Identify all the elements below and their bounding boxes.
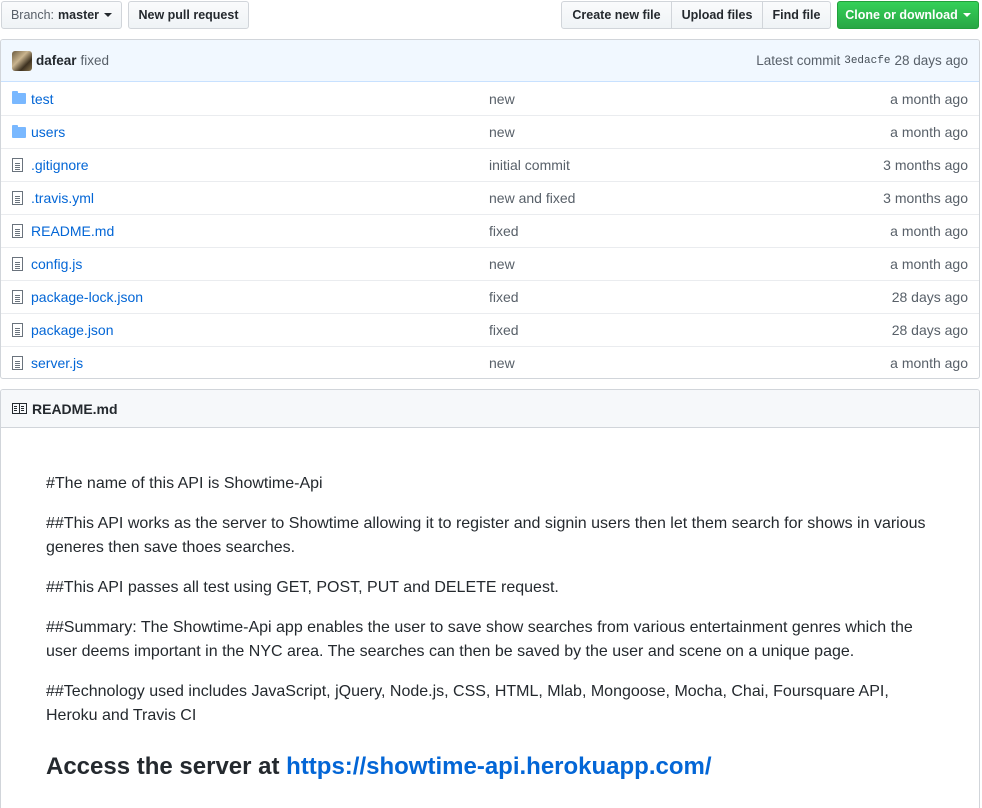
file-icon — [12, 257, 26, 271]
file-age: a month ago — [890, 90, 968, 107]
file-icon — [12, 323, 26, 337]
clone-label: Clone or download — [845, 8, 958, 22]
file-icon — [12, 158, 26, 172]
file-name-link[interactable]: server.js — [31, 355, 83, 371]
file-commit-message[interactable]: fixed — [489, 289, 519, 305]
latest-commit-bar: dafear fixed Latest commit 3edacfe 28 da… — [1, 40, 979, 82]
commit-sha[interactable]: 3edacfe — [844, 55, 890, 67]
readme-paragraph: ##This API works as the server to Showti… — [46, 515, 926, 556]
file-row: users new a month ago — [1, 115, 979, 148]
readme-body: #The name of this API is Showtime-Api ##… — [1, 428, 979, 782]
file-name-link[interactable]: package-lock.json — [31, 289, 143, 305]
file-name-link[interactable]: README.md — [31, 223, 114, 239]
commit-author[interactable]: dafear — [36, 53, 77, 68]
file-icon — [12, 224, 26, 238]
access-heading: Access the server at https://showtime-ap… — [46, 752, 934, 782]
readme-paragraph: #The name of this API is Showtime-Api — [46, 475, 323, 492]
chevron-down-icon — [104, 13, 113, 17]
file-name-link[interactable]: config.js — [31, 256, 82, 272]
file-commit-message[interactable]: initial commit — [489, 157, 570, 173]
file-age: 28 days ago — [891, 322, 968, 338]
file-age: a month ago — [890, 355, 968, 371]
branch-prefix: Branch: — [10, 8, 55, 22]
file-row: package.json fixed 28 days ago — [1, 313, 979, 346]
file-age: a month ago — [890, 223, 968, 239]
find-file-button[interactable]: Find file — [762, 1, 831, 29]
file-list: dafear fixed Latest commit 3edacfe 28 da… — [0, 39, 980, 379]
avatar[interactable] — [12, 50, 32, 71]
file-icon — [12, 191, 26, 205]
file-row: test new a month ago — [1, 82, 979, 115]
file-row: package-lock.json fixed 28 days ago — [1, 280, 979, 313]
readme-paragraph: ##Technology used includes JavaScript, j… — [46, 683, 889, 724]
latest-commit-label: Latest commit — [756, 53, 841, 68]
chevron-down-icon — [962, 13, 971, 17]
branch-name: master — [58, 8, 100, 22]
file-commit-message[interactable]: new — [489, 91, 515, 107]
repo-toolbar: Branch: master New pull request Create n… — [0, 0, 982, 30]
file-age: a month ago — [890, 124, 968, 140]
new-pull-request-button[interactable]: New pull request — [128, 1, 249, 29]
readme-title: README.md — [32, 400, 118, 417]
access-prefix: Access the server at — [46, 753, 280, 780]
file-row: config.js new a month ago — [1, 247, 979, 280]
file-name-link[interactable]: users — [31, 124, 65, 140]
file-commit-message[interactable]: new — [489, 124, 515, 140]
file-commit-message[interactable]: new — [489, 256, 515, 272]
file-row: server.js new a month ago — [1, 346, 979, 378]
commit-age: 28 days ago — [894, 53, 968, 68]
create-new-file-button[interactable]: Create new file — [561, 1, 672, 29]
upload-files-button[interactable]: Upload files — [671, 1, 763, 29]
file-row: .travis.yml new and fixed 3 months ago — [1, 181, 979, 214]
readme-paragraph: ##This API passes all test using GET, PO… — [46, 579, 559, 596]
file-row: README.md fixed a month ago — [1, 214, 979, 247]
file-icon — [12, 356, 26, 370]
file-commit-message[interactable]: fixed — [489, 223, 519, 239]
file-age: 28 days ago — [891, 289, 968, 305]
book-icon — [12, 403, 27, 414]
file-commit-message[interactable]: new — [489, 355, 515, 371]
file-commit-message[interactable]: new and fixed — [489, 190, 575, 206]
file-icon — [12, 290, 26, 304]
clone-or-download-button[interactable]: Clone or download — [837, 1, 979, 29]
file-name-link[interactable]: .travis.yml — [31, 190, 94, 206]
file-age: 3 months ago — [883, 190, 968, 206]
file-name-link[interactable]: test — [31, 91, 54, 107]
file-commit-message[interactable]: fixed — [489, 322, 519, 338]
file-age: 3 months ago — [883, 157, 968, 173]
folder-icon — [12, 91, 26, 105]
commit-message[interactable]: fixed — [81, 53, 110, 68]
folder-icon — [12, 125, 26, 139]
file-name-link[interactable]: package.json — [31, 322, 114, 338]
file-row: .gitignore initial commit 3 months ago — [1, 148, 979, 181]
readme-panel: README.md #The name of this API is Showt… — [0, 389, 980, 808]
server-link[interactable]: https://showtime-api.herokuapp.com/ — [286, 753, 711, 780]
latest-commit-info: Latest commit 3edacfe 28 days ago — [756, 53, 968, 68]
file-name-link[interactable]: .gitignore — [31, 157, 89, 173]
branch-select-button[interactable]: Branch: master — [1, 1, 122, 29]
file-age: a month ago — [890, 256, 968, 272]
readme-paragraph: ##Summary: The Showtime-Api app enables … — [46, 619, 913, 660]
readme-header: README.md — [1, 390, 979, 428]
